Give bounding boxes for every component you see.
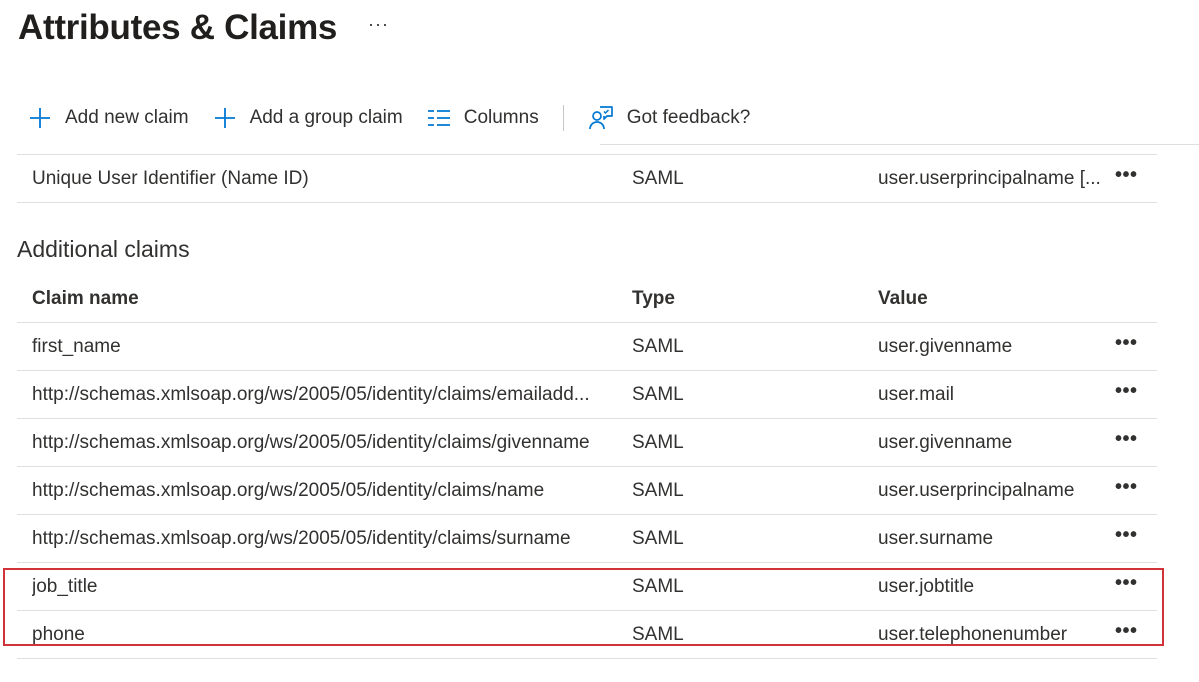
add-new-claim-button[interactable]: Add new claim xyxy=(28,100,189,136)
plus-icon xyxy=(213,106,237,130)
page-more-button[interactable]: ··· xyxy=(368,14,389,35)
claim-type-cell: SAML xyxy=(632,384,684,405)
toolbar-rule xyxy=(600,144,1199,145)
command-bar: Add new claim Add a group claim Columns xyxy=(28,100,750,136)
column-header-value[interactable]: Value xyxy=(878,275,1108,322)
claim-value-cell: user.userprincipalname [... xyxy=(878,168,1101,189)
add-group-claim-label: Add a group claim xyxy=(249,107,403,128)
claim-name-cell: job_title xyxy=(32,576,98,597)
claim-type-cell: SAML xyxy=(632,624,684,645)
column-header-type[interactable]: Type xyxy=(632,275,852,322)
additional-claims-heading: Additional claims xyxy=(17,236,190,262)
claims-rows: first_name SAML user.givenname ••• http://sc… xyxy=(17,323,1157,659)
columns-icon xyxy=(427,108,451,128)
claim-name-cell: http://schemas.xmlsoap.org/ws/2005/05/id… xyxy=(32,432,590,453)
column-header-claim-name[interactable]: Claim name xyxy=(32,275,617,322)
row-more-button[interactable]: ••• xyxy=(1115,515,1138,560)
claim-name-cell: Unique User Identifier (Name ID) xyxy=(32,168,309,189)
table-row[interactable]: phone SAML user.telephonenumber ••• xyxy=(17,611,1157,659)
claim-value-cell: user.jobtitle xyxy=(878,576,975,597)
row-more-button[interactable]: ••• xyxy=(1115,467,1138,512)
table-row[interactable]: http://schemas.xmlsoap.org/ws/2005/05/id… xyxy=(17,419,1157,467)
table-row[interactable]: job_title SAML user.jobtitle ••• xyxy=(17,563,1157,611)
claim-type-cell: SAML xyxy=(632,528,684,549)
columns-label: Columns xyxy=(463,107,539,128)
claim-type-cell: SAML xyxy=(632,576,684,597)
claim-name-cell: http://schemas.xmlsoap.org/ws/2005/05/id… xyxy=(32,480,545,501)
table-header-row: Claim name Type Value xyxy=(17,275,1157,323)
claim-value-cell: user.givenname xyxy=(878,336,1013,357)
claim-name-cell: first_name xyxy=(32,336,121,357)
columns-button[interactable]: Columns xyxy=(427,100,539,136)
table-row[interactable]: http://schemas.xmlsoap.org/ws/2005/05/id… xyxy=(17,371,1157,419)
row-more-button[interactable]: ••• xyxy=(1115,563,1138,608)
claim-value-cell: user.mail xyxy=(878,384,955,405)
feedback-button[interactable]: Got feedback? xyxy=(588,100,751,136)
row-more-button[interactable]: ••• xyxy=(1115,611,1138,656)
claim-name-cell: http://schemas.xmlsoap.org/ws/2005/05/id… xyxy=(32,384,590,405)
claim-name-cell: phone xyxy=(32,624,85,645)
table-row[interactable]: Unique User Identifier (Name ID) SAML us… xyxy=(17,155,1157,203)
claim-type-cell: SAML xyxy=(632,432,684,453)
attributes-claims-page: Attributes & Claims ··· Add new claim Ad… xyxy=(0,0,1199,682)
claim-name-cell: http://schemas.xmlsoap.org/ws/2005/05/id… xyxy=(32,528,571,549)
add-group-claim-button[interactable]: Add a group claim xyxy=(213,100,403,136)
claim-value-cell: user.userprincipalname xyxy=(878,480,1075,501)
table-row[interactable]: http://schemas.xmlsoap.org/ws/2005/05/id… xyxy=(17,467,1157,515)
row-more-button[interactable]: ••• xyxy=(1115,419,1138,464)
claim-type-cell: SAML xyxy=(632,480,684,501)
table-row[interactable]: http://schemas.xmlsoap.org/ws/2005/05/id… xyxy=(17,515,1157,563)
add-new-claim-label: Add new claim xyxy=(65,107,189,128)
page-title: Attributes & Claims xyxy=(18,8,338,47)
row-more-button[interactable]: ••• xyxy=(1115,371,1138,416)
required-claim-table: Unique User Identifier (Name ID) SAML us… xyxy=(17,154,1157,203)
plus-icon xyxy=(28,106,52,130)
feedback-label: Got feedback? xyxy=(626,107,751,128)
claim-value-cell: user.surname xyxy=(878,528,994,549)
claim-type-cell: SAML xyxy=(632,336,684,357)
claim-value-cell: user.telephonenumber xyxy=(878,624,1068,645)
table-row[interactable]: first_name SAML user.givenname ••• xyxy=(17,323,1157,371)
additional-claims-table: Claim name Type Value first_name SAML user… xyxy=(17,275,1157,659)
row-more-button[interactable]: ••• xyxy=(1115,155,1138,200)
row-more-button[interactable]: ••• xyxy=(1115,323,1138,368)
toolbar-divider xyxy=(562,105,564,131)
claim-type-cell: SAML xyxy=(632,168,684,189)
claim-value-cell: user.givenname xyxy=(878,432,1013,453)
feedback-icon xyxy=(588,105,614,131)
